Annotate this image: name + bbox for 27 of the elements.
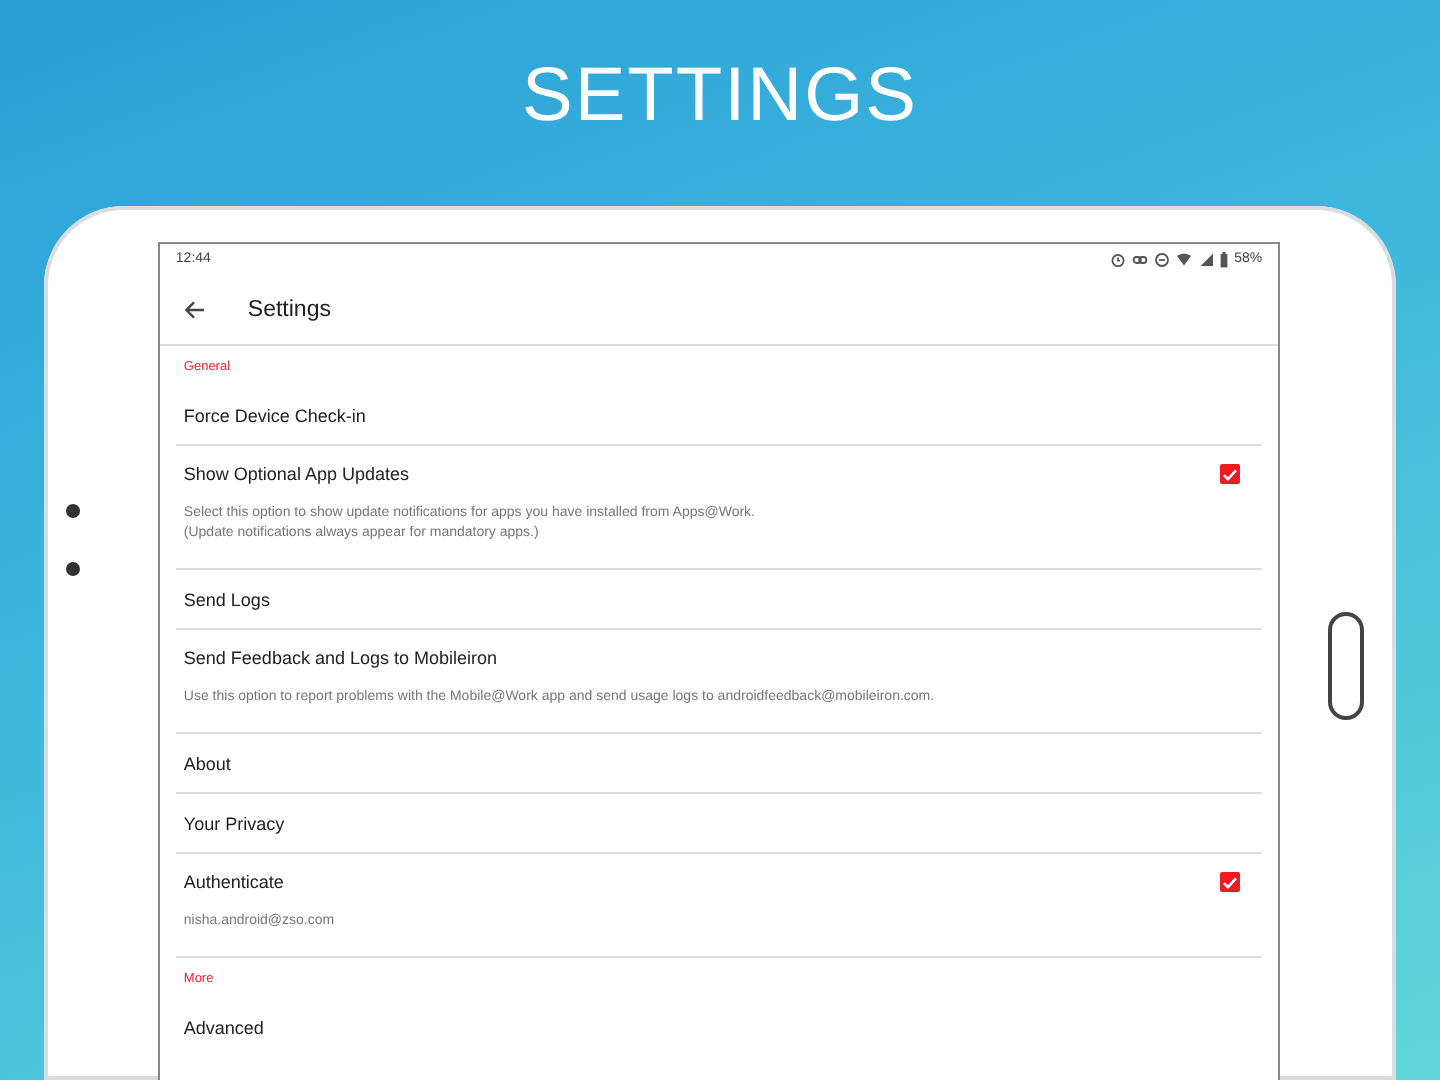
settings-row[interactable]: Your Privacy <box>175 794 1263 854</box>
sensor-icon <box>66 562 81 576</box>
toolbar-title: Settings <box>247 297 331 321</box>
setting-title: Your Privacy <box>183 813 285 833</box>
setting-title: Show Optional App Updates <box>183 464 409 484</box>
headline: SETTINGS <box>521 52 919 142</box>
link-icon <box>1132 251 1149 267</box>
signal-icon <box>1198 251 1215 267</box>
settings-row[interactable]: Send Logs <box>175 570 1263 630</box>
checkbox[interactable] <box>1220 464 1241 484</box>
home-button[interactable] <box>1328 612 1365 720</box>
back-arrow-icon[interactable] <box>183 299 206 319</box>
setting-title: Authenticate <box>183 872 284 892</box>
setting-title: Advanced <box>183 1018 264 1038</box>
setting-title: Send Logs <box>183 589 270 609</box>
battery-icon <box>1220 251 1229 267</box>
settings-row[interactable]: About <box>175 734 1263 794</box>
setting-title: Send Feedback and Logs to Mobileiron <box>183 648 498 668</box>
wifi-icon <box>1176 251 1193 267</box>
settings-row[interactable]: Force Device Check-in <box>175 386 1263 446</box>
setting-title: Force Device Check-in <box>183 405 366 425</box>
alarm-icon <box>1110 251 1127 267</box>
settings-row[interactable]: Advanced <box>175 998 1263 1058</box>
checkbox[interactable] <box>1220 872 1241 892</box>
do-not-disturb-icon <box>1154 251 1171 267</box>
setting-title: About <box>183 753 231 773</box>
camera-icon <box>66 504 81 518</box>
